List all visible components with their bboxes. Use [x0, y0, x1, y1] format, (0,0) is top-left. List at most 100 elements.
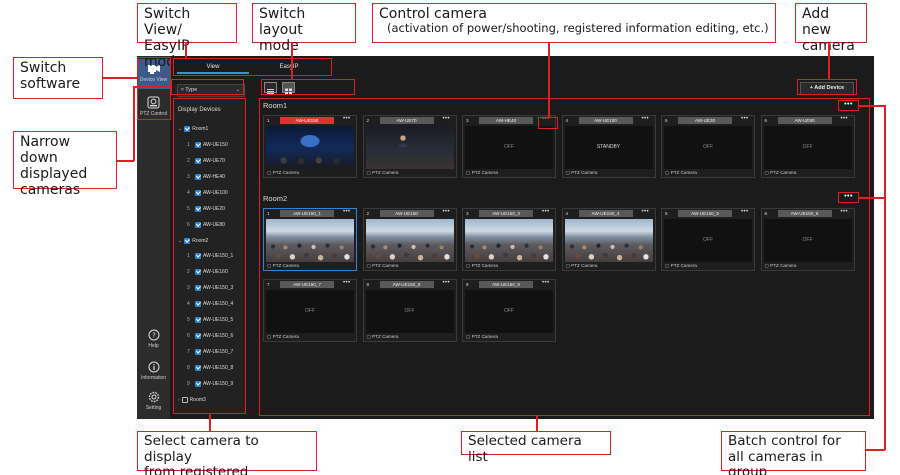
camera-more-button[interactable]: ••• [841, 209, 849, 215]
rail-ptz-control[interactable]: PTZ Control [137, 93, 170, 121]
camera-card[interactable]: 5 AW-UE150_5 ••• OFF ▢ PTZ Camera [661, 208, 755, 271]
camera-card[interactable]: 9 AW-UE150_9 ••• OFF ▢ PTZ Camera [462, 279, 556, 342]
list-layout-button[interactable] [264, 82, 277, 94]
camera-more-button[interactable]: ••• [741, 116, 749, 122]
camera-more-button[interactable]: ••• [343, 209, 351, 215]
camera-more-button[interactable]: ••• [443, 209, 451, 215]
tree-item[interactable]: 2 AW-UE70 [187, 157, 225, 166]
type-filter-dropdown[interactable]: ▿ Type ⌄ [177, 84, 245, 97]
software-rail: Device View PTZ Control ? Help Informati… [137, 56, 170, 419]
tree-item[interactable]: 4 AW-UE100 [187, 189, 228, 198]
tree-item[interactable]: 4 AW-UE150_4 [187, 300, 233, 309]
camera-more-button[interactable]: ••• [443, 280, 451, 286]
tree-item[interactable]: 1 AW-UE150_1 [187, 252, 233, 261]
camera-more-button[interactable]: ••• [841, 116, 849, 122]
checkbox-icon[interactable] [184, 237, 191, 244]
camera-more-button[interactable]: ••• [741, 209, 749, 215]
tree-item[interactable]: 5 AW-UE150_5 [187, 316, 233, 325]
camera-card[interactable]: 2 AW-UE70 ••• ▢ PTZ Camera [362, 115, 457, 178]
camera-more-button[interactable]: ••• [343, 116, 351, 122]
camera-preview[interactable] [465, 219, 553, 262]
tree-item[interactable]: 8 AW-UE150_8 [187, 364, 233, 373]
camera-card[interactable]: 7 AW-UE150_7 ••• OFF ▢ PTZ Camera [263, 279, 357, 342]
checkbox-icon[interactable] [195, 380, 201, 387]
checkbox-icon[interactable] [195, 348, 201, 355]
tree-group-room3[interactable]: › Room3 [178, 396, 206, 405]
checkbox-icon[interactable] [195, 141, 201, 148]
add-device-button[interactable]: + Add Device [800, 82, 854, 95]
camera-card[interactable]: 6 AW-UE80 ••• OFF ▢ PTZ Camera [760, 115, 855, 178]
checkbox-icon[interactable] [195, 284, 201, 291]
camera-preview[interactable]: OFF [664, 219, 752, 262]
group-more-room1-button[interactable]: ••• [840, 101, 857, 110]
camera-card[interactable]: 1 AW-UE150_1 ••• ▢ PTZ Camera [263, 208, 357, 271]
tree-item[interactable]: 3 AW-UE150_3 [187, 284, 233, 293]
camera-more-button[interactable]: ••• [542, 280, 550, 286]
camera-preview[interactable] [564, 219, 653, 262]
checkbox-icon[interactable] [195, 189, 201, 196]
checkbox-icon[interactable] [195, 205, 201, 212]
ptz-camera-icon: ▢ [764, 263, 769, 268]
grid-layout-button[interactable] [282, 82, 295, 95]
camera-more-button[interactable]: ••• [542, 209, 550, 215]
checkbox-icon[interactable] [195, 268, 201, 275]
checkbox-icon[interactable] [195, 221, 201, 228]
camera-card[interactable]: 3 AW-UE150_3 ••• ▢ PTZ Camera [462, 208, 556, 271]
camera-card[interactable]: 6 AW-UE150_6 ••• OFF ▢ PTZ Camera [760, 208, 855, 271]
camera-card[interactable]: 3 AW-HE40 ••• OFF ▢ PTZ Camera [462, 115, 556, 178]
help-icon: ? [148, 329, 159, 341]
rail-help[interactable]: ? Help [137, 329, 170, 353]
camera-card[interactable]: 4 AW-UE150_4 ••• ▢ PTZ Camera [561, 208, 656, 271]
camera-preview[interactable] [266, 126, 354, 169]
tab-easyip[interactable]: EasyIP [253, 62, 325, 74]
checkbox-icon[interactable] [195, 364, 201, 371]
rail-setting[interactable]: Setting [137, 391, 170, 415]
camera-more-button[interactable]: ••• [642, 209, 650, 215]
tree-item[interactable]: 6 AW-UE80 [187, 221, 225, 230]
camera-preview[interactable]: OFF [266, 290, 354, 333]
camera-preview[interactable] [266, 219, 354, 262]
camera-more-button[interactable]: ••• [443, 116, 451, 122]
checkbox-icon[interactable] [195, 173, 201, 180]
camera-preview[interactable]: OFF [465, 126, 553, 169]
tab-view[interactable]: View [177, 62, 249, 74]
camera-name: AW-UE150_3 [479, 210, 533, 217]
tree-item[interactable]: 6 AW-UE150_6 [187, 332, 233, 341]
checkbox-icon[interactable] [195, 332, 201, 339]
checkbox-icon[interactable] [181, 396, 188, 403]
camera-card[interactable]: 2 AW-UE160 ••• ▢ PTZ Camera [362, 208, 457, 271]
checkbox-icon[interactable] [195, 252, 201, 259]
tree-item-label: AW-UE150_6 [203, 333, 234, 339]
tree-group-room2[interactable]: ⌄ Room2 [178, 237, 208, 246]
camera-status: OFF [504, 308, 514, 314]
tree-item[interactable]: 2 AW-UE160 [187, 268, 228, 277]
camera-preview[interactable]: OFF [365, 290, 454, 333]
camera-more-button[interactable]: ••• [642, 116, 650, 122]
annotation-switch-layout: Switch layout mode [252, 3, 356, 54]
checkbox-icon[interactable] [184, 125, 191, 132]
group-more-room2-button[interactable]: ••• [840, 193, 857, 202]
camera-preview[interactable]: OFF [763, 219, 852, 262]
camera-card[interactable]: 5 AW-UE20 ••• OFF ▢ PTZ Camera [661, 115, 755, 178]
camera-more-button[interactable]: ••• [343, 280, 351, 286]
rail-information[interactable]: Information [137, 361, 170, 385]
camera-name: AW-UE70 [379, 117, 434, 124]
tree-item[interactable]: 1 AW-UE150 [187, 141, 228, 150]
camera-card[interactable]: 1 AW-UE150 ••• ▢ PTZ Camera [263, 115, 357, 178]
camera-preview[interactable]: OFF [763, 126, 852, 169]
camera-card[interactable]: 4 AW-UE100 ••• STANDBY ▢ PTZ Camera [561, 115, 656, 178]
tree-item[interactable]: 5 AW-UE20 [187, 205, 225, 214]
tree-item[interactable]: 3 AW-HE40 [187, 173, 225, 182]
tree-group-room1[interactable]: ⌄ Room1 [178, 125, 208, 134]
camera-preview[interactable]: OFF [664, 126, 752, 169]
camera-preview[interactable] [365, 126, 454, 169]
camera-preview[interactable] [365, 219, 454, 262]
camera-card[interactable]: 8 AW-UE150_8 ••• OFF ▢ PTZ Camera [362, 279, 457, 342]
checkbox-icon[interactable] [195, 157, 201, 164]
tree-item[interactable]: 7 AW-UE150_7 [187, 348, 233, 357]
tree-item[interactable]: 9 AW-UE150_9 [187, 380, 233, 389]
checkbox-icon[interactable] [195, 300, 201, 307]
checkbox-icon[interactable] [195, 316, 201, 323]
camera-preview[interactable]: STANDBY [564, 126, 653, 169]
camera-preview[interactable]: OFF [465, 290, 553, 333]
